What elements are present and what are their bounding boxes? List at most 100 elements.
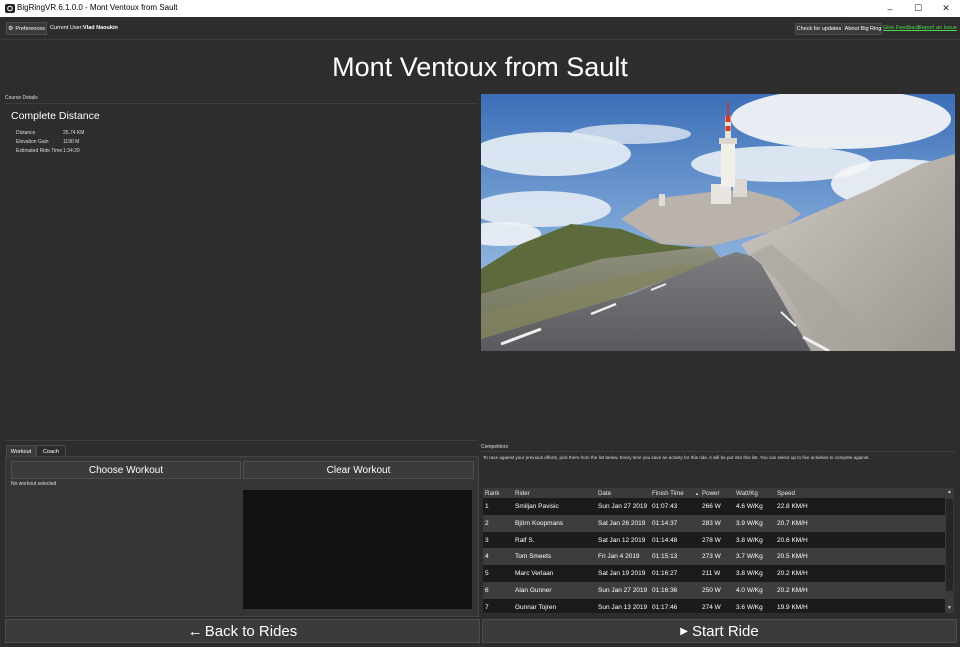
table-row[interactable]: 2 Björn Koopmans Sat Jan 26 2019 01:14:37 28… bbox=[483, 514, 945, 532]
cell-rider: Marc Verlaan bbox=[515, 570, 554, 578]
cell-rider: Tom Smeets bbox=[515, 553, 552, 561]
maximize-button[interactable]: ☐ bbox=[904, 0, 932, 17]
cell-rider: Björn Koopmans bbox=[515, 519, 564, 527]
cell-speed: 20.5 KM/H bbox=[777, 553, 808, 561]
cell-finish-time: 01:14:37 bbox=[652, 519, 678, 527]
clear-workout-button[interactable]: Clear Workout bbox=[243, 461, 474, 479]
choose-workout-button[interactable]: Choose Workout bbox=[11, 461, 241, 479]
back-to-rides-label: Back to Rides bbox=[204, 622, 298, 640]
window-title-bar: BigRingVR 6.1.0.0 - Mont Ventoux from Sa… bbox=[0, 0, 960, 18]
cell-rank: 6 bbox=[485, 587, 489, 594]
detail-key: Estimated Ride Time bbox=[16, 148, 63, 154]
course-details-section-label: Course Details bbox=[5, 95, 38, 101]
cell-speed: 20.2 KM/H bbox=[777, 587, 808, 594]
menu-bar: ⚙ Preferences Current User: Vlad Naoukin… bbox=[0, 17, 960, 40]
cell-power: 250 W bbox=[702, 587, 721, 594]
workout-status: No workout selected bbox=[11, 481, 57, 487]
current-user-label: Current User: bbox=[50, 25, 84, 31]
detail-row-distance: Distance 25.74 KM bbox=[16, 130, 84, 136]
check-updates-button[interactable]: Check for updates bbox=[795, 23, 843, 35]
table-row[interactable]: 1 Smiljan Pavisic Sun Jan 27 2019 01:07:43 2… bbox=[483, 498, 945, 515]
cell-rider: Ralf S. bbox=[515, 536, 535, 544]
cell-date: Fri Jan 4 2019 bbox=[598, 553, 640, 561]
scroll-thumb[interactable] bbox=[946, 499, 953, 591]
divider bbox=[5, 440, 478, 441]
cell-finish-time: 01:07:43 bbox=[652, 503, 678, 510]
cell-speed: 19.9 KM/H bbox=[777, 603, 808, 611]
table-row[interactable]: 4 Tom Smeets Fri Jan 4 2019 01:15:13 273 W 3.… bbox=[483, 548, 945, 566]
cell-rank: 4 bbox=[485, 553, 489, 561]
cell-watt-kg: 3.6 W/Kg bbox=[736, 603, 763, 611]
table-row[interactable]: 5 Marc Verlaan Sat Jan 19 2019 01:16:27 211 … bbox=[483, 565, 945, 583]
course-title: Complete Distance bbox=[11, 110, 100, 122]
table-header: Rank Rider Date Finish Time ▲ Power Watt… bbox=[483, 488, 945, 498]
cell-date: Sun Jan 27 2019 bbox=[598, 587, 648, 594]
cell-rank: 2 bbox=[485, 519, 489, 527]
cell-date: Sun Jan 13 2019 bbox=[598, 603, 648, 611]
cell-date: Sat Jan 26 2019 bbox=[598, 519, 646, 527]
start-ride-button[interactable]: ▶ Start Ride bbox=[482, 619, 957, 643]
start-ride-label: Start Ride bbox=[692, 622, 759, 640]
cell-rank: 7 bbox=[485, 603, 489, 611]
table-row[interactable]: 6 Alan Gunner Sun Jan 27 2019 01:16:36 250 W… bbox=[483, 582, 945, 599]
cell-finish-time: 01:15:13 bbox=[652, 553, 678, 561]
give-feedback-link[interactable]: Give Feedback bbox=[883, 25, 920, 31]
app-icon bbox=[5, 4, 15, 13]
about-button[interactable]: About Big Ring bbox=[844, 23, 882, 35]
competitors-hint: To race against your previous efforts, p… bbox=[483, 455, 870, 460]
divider bbox=[5, 103, 478, 104]
play-icon: ▶ bbox=[680, 625, 688, 637]
cell-finish-time: 01:16:36 bbox=[652, 587, 678, 594]
cell-power: 273 W bbox=[702, 553, 721, 561]
workout-preview bbox=[243, 490, 472, 609]
cell-rider: Smiljan Pavisic bbox=[515, 503, 559, 510]
mont-ventoux-image bbox=[481, 94, 955, 351]
scroll-up-icon[interactable]: ▲ bbox=[946, 489, 953, 495]
detail-key: Distance bbox=[16, 130, 36, 136]
cell-power: 278 W bbox=[702, 536, 721, 544]
detail-row-elevation: Elevation Gain 1190 M bbox=[16, 139, 79, 145]
current-user-name: Vlad Naoukin bbox=[83, 25, 118, 31]
table-row[interactable]: 3 Ralf S. Sat Jan 12 2019 01:14:48 278 W 3.8 … bbox=[483, 531, 945, 549]
cell-rank: 5 bbox=[485, 570, 489, 578]
cell-speed: 20.2 KM/H bbox=[777, 570, 808, 578]
col-rank[interactable]: Rank bbox=[485, 490, 499, 497]
cell-finish-time: 01:16:27 bbox=[652, 570, 678, 578]
cell-date: Sat Jan 19 2019 bbox=[598, 570, 646, 578]
cell-watt-kg: 4.6 W/Kg bbox=[736, 503, 763, 510]
cell-power: 274 W bbox=[702, 603, 721, 611]
cell-speed: 20.6 KM/H bbox=[777, 536, 808, 544]
table-row[interactable]: 7 Gunnar Tojren Sun Jan 13 2019 01:17:46 274… bbox=[483, 598, 945, 613]
cell-speed: 20.7 KM/H bbox=[777, 519, 808, 527]
col-rider[interactable]: Rider bbox=[515, 490, 530, 497]
sort-ascending-icon: ▲ bbox=[695, 491, 699, 496]
close-button[interactable]: ✕ bbox=[932, 0, 960, 17]
cell-watt-kg: 4.0 W/Kg bbox=[736, 587, 763, 594]
cell-rider: Gunnar Tojren bbox=[515, 603, 557, 611]
competitors-section-label: Competitors bbox=[481, 444, 508, 450]
cell-date: Sun Jan 27 2019 bbox=[598, 503, 648, 510]
col-date[interactable]: Date bbox=[598, 490, 611, 497]
col-finish-time[interactable]: Finish Time bbox=[652, 490, 684, 497]
back-to-rides-button[interactable]: ← Back to Rides bbox=[5, 619, 480, 643]
cell-rank: 3 bbox=[485, 536, 489, 544]
page-title: Mont Ventoux from Sault bbox=[332, 52, 628, 82]
col-speed[interactable]: Speed bbox=[777, 490, 795, 497]
col-watt-kg[interactable]: Watt/Kg bbox=[736, 490, 758, 497]
cell-watt-kg: 3.7 W/Kg bbox=[736, 553, 763, 561]
col-power[interactable]: Power bbox=[702, 490, 720, 497]
gear-icon: ⚙ bbox=[7, 26, 14, 32]
detail-value: 1190 M bbox=[63, 139, 80, 145]
table-scrollbar[interactable]: ▲ ▼ bbox=[945, 488, 954, 613]
cell-power: 283 W bbox=[702, 519, 721, 527]
preferences-button[interactable]: ⚙ Preferences bbox=[6, 22, 47, 35]
cell-date: Sat Jan 12 2019 bbox=[598, 536, 646, 544]
cell-finish-time: 01:17:46 bbox=[652, 603, 678, 611]
minimize-button[interactable]: – bbox=[876, 0, 904, 17]
cell-watt-kg: 3.8 W/Kg bbox=[736, 570, 763, 578]
scroll-down-icon[interactable]: ▼ bbox=[946, 605, 953, 611]
report-issue-link[interactable]: Report an Issue bbox=[918, 25, 957, 31]
cell-speed: 22.8 KM/H bbox=[777, 503, 808, 510]
cell-power: 211 W bbox=[702, 570, 721, 578]
divider bbox=[481, 451, 955, 452]
